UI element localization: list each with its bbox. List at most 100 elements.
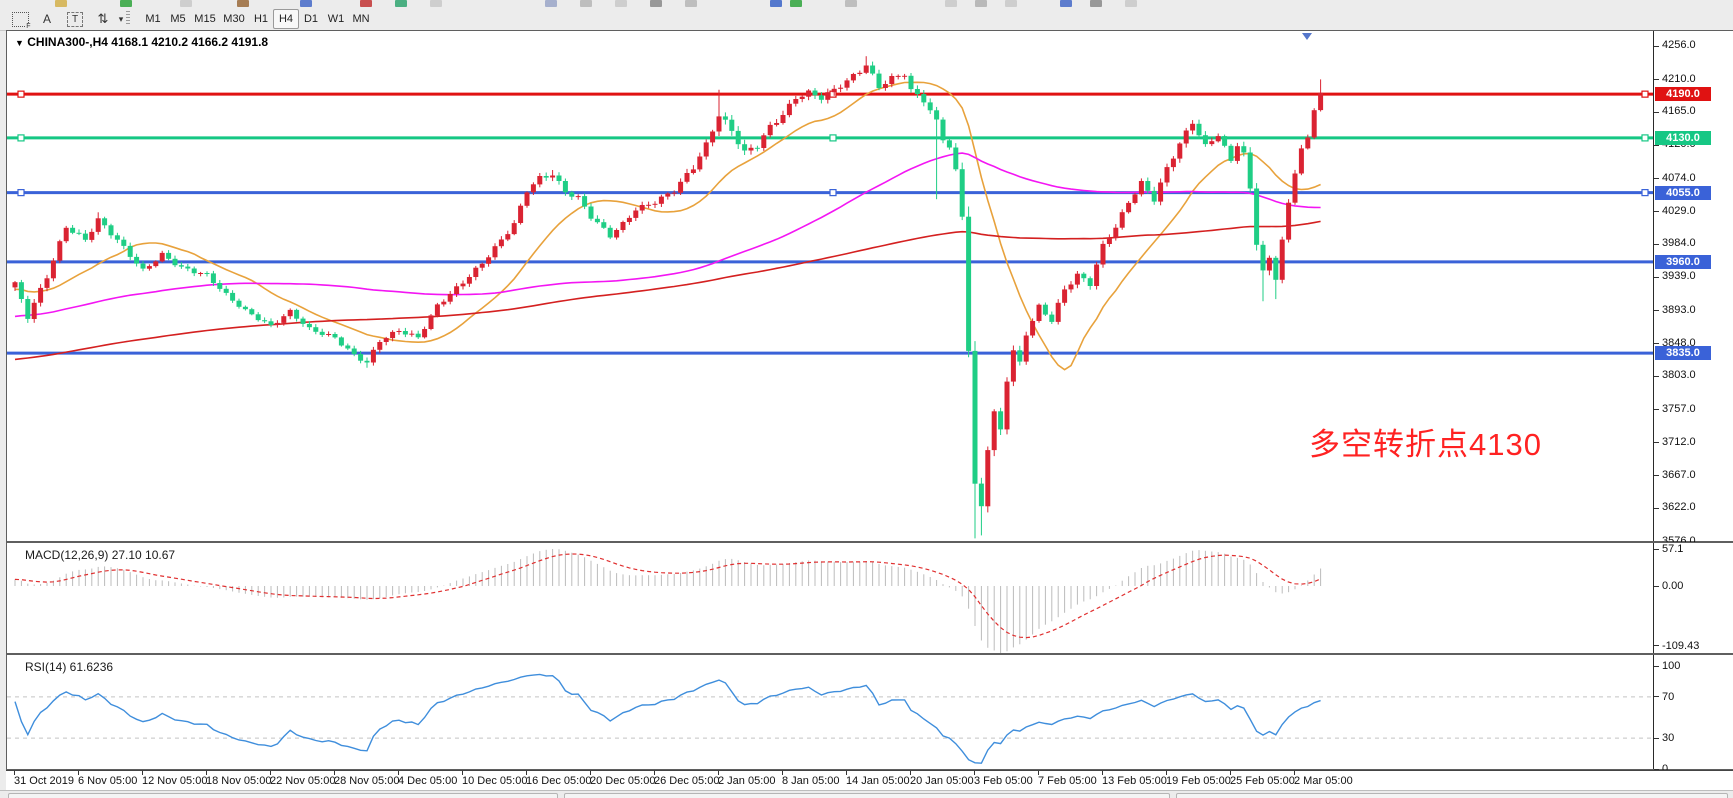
toolbar-overflow-icon[interactable] <box>580 0 592 7</box>
toolbar-overflow-icon[interactable] <box>975 0 987 7</box>
toolbar-overflow-icon[interactable] <box>545 0 557 7</box>
time-tick-label: 6 Nov 05:00 <box>78 775 137 787</box>
time-tick-label: 22 Nov 05:00 <box>270 775 335 787</box>
axis-tick <box>1654 343 1659 344</box>
macd-tick-label: -109.43 <box>1662 640 1699 652</box>
timeframe-button-m15[interactable]: M15 <box>190 9 220 29</box>
price-tick-label: 3667.0 <box>1662 469 1696 481</box>
macd-plot[interactable] <box>7 543 1653 653</box>
macd-axis[interactable]: 57.1 0.00 -109.43 <box>1653 543 1733 653</box>
rsi-axis[interactable]: 100 70 30 0 <box>1653 655 1733 769</box>
candlestick-chart[interactable] <box>7 31 1653 541</box>
rsi-panel[interactable]: RSI(14) 61.6236 100 70 30 0 <box>6 654 1733 770</box>
macd-panel[interactable]: MACD(12,26,9) 27.10 10.67 57.1 0.00 -109… <box>6 542 1733 654</box>
rsi-tick-label: 100 <box>1662 660 1680 672</box>
price-tick-label: 4210.0 <box>1662 73 1696 85</box>
time-tick-label: 16 Dec 05:00 <box>526 775 591 787</box>
time-tick-label: 8 Jan 05:00 <box>782 775 840 787</box>
toolbar: A T ⇅ ▾ M1M5M15M30H1H4D1W1MN <box>0 8 1733 31</box>
rsi-plot[interactable] <box>7 655 1653 769</box>
macd-tick-label: 57.1 <box>1662 543 1683 555</box>
toolbar-overflow-icon[interactable] <box>120 0 132 7</box>
timeframe-button-h1[interactable]: H1 <box>248 9 274 29</box>
time-tick-label: 18 Nov 05:00 <box>206 775 271 787</box>
toolbar-overflow-icon[interactable] <box>1125 0 1137 7</box>
axis-tick <box>1654 211 1659 212</box>
price-line-badge: 4190.0 <box>1655 87 1711 101</box>
time-tick-label: 12 Nov 05:00 <box>142 775 207 787</box>
time-tick-label: 31 Oct 2019 <box>14 775 74 787</box>
macd-label: MACD(12,26,9) 27.10 10.67 <box>25 548 175 562</box>
axis-tick <box>1654 79 1659 80</box>
price-line-badge: 4130.0 <box>1655 131 1711 145</box>
timeframe-button-m1[interactable]: M1 <box>140 9 166 29</box>
chart-shift-marker-icon[interactable] <box>1302 33 1312 40</box>
price-axis[interactable]: 4256.04210.04165.04120.04074.04029.03984… <box>1653 31 1733 541</box>
toolbar-overflow-icon[interactable] <box>395 0 407 7</box>
mt4-window: A T ⇅ ▾ M1M5M15M30H1H4D1W1MN ▼ CHINA300-… <box>0 0 1733 798</box>
time-tick-label: 2 Jan 05:00 <box>718 775 776 787</box>
toolbar-overflow-icon[interactable] <box>685 0 697 7</box>
time-tick-label: 20 Jan 05:00 <box>910 775 974 787</box>
axis-tick <box>1654 112 1659 113</box>
price-tick-label: 3803.0 <box>1662 369 1696 381</box>
toolbar-overflow-icon[interactable] <box>300 0 312 7</box>
time-tick-label: 10 Dec 05:00 <box>462 775 527 787</box>
toolbar-overflow-icon[interactable] <box>945 0 957 7</box>
toolbar-overflow-icon[interactable] <box>1005 0 1017 7</box>
axis-tick <box>1654 409 1659 410</box>
macd-tick-label: 0.00 <box>1662 580 1683 592</box>
timeframe-button-w1[interactable]: W1 <box>323 9 349 29</box>
status-bar <box>0 790 1733 798</box>
toolbar-overflow-icon[interactable] <box>770 0 782 7</box>
timeframe-button-mn[interactable]: MN <box>348 9 374 29</box>
axis-tick <box>1654 508 1659 509</box>
rsi-label: RSI(14) 61.6236 <box>25 660 113 674</box>
time-tick-label: 3 Feb 05:00 <box>974 775 1033 787</box>
time-tick-label: 20 Dec 05:00 <box>590 775 655 787</box>
price-tick-label: 4029.0 <box>1662 205 1696 217</box>
time-tick-label: 7 Feb 05:00 <box>1038 775 1097 787</box>
toolbar-overflow-icon[interactable] <box>615 0 627 7</box>
price-tick-label: 4256.0 <box>1662 39 1696 51</box>
time-axis[interactable]: 31 Oct 2019 6 Nov 05:00 12 Nov 05:00 18 … <box>6 770 1733 791</box>
axis-tick <box>1654 475 1659 476</box>
time-tick-label: 13 Feb 05:00 <box>1102 775 1167 787</box>
price-tick-label: 3757.0 <box>1662 403 1696 415</box>
fibonacci-icon[interactable] <box>6 9 34 29</box>
axis-tick <box>1654 46 1659 47</box>
toolbar-overflow-icon[interactable] <box>180 0 192 7</box>
axis-tick <box>1654 277 1659 278</box>
time-tick-label: 2 Mar 05:00 <box>1294 775 1353 787</box>
toolbar-overflow-icon[interactable] <box>360 0 372 7</box>
toolbar-drag-handle[interactable] <box>126 11 130 26</box>
price-chart-panel[interactable]: ▼ CHINA300-,H4 4168.1 4210.2 4166.2 4191… <box>6 30 1733 542</box>
toolbar-overflow-icon[interactable] <box>845 0 857 7</box>
toolbar-overflow-icon[interactable] <box>790 0 802 7</box>
rsi-tick-label: 70 <box>1662 691 1674 703</box>
text-label-icon[interactable]: T <box>62 9 88 29</box>
toolbar-overflow-icon[interactable] <box>1090 0 1102 7</box>
toolbar-overflow-icon[interactable] <box>650 0 662 7</box>
price-tick-label: 3893.0 <box>1662 304 1696 316</box>
chart-title: ▼ CHINA300-,H4 4168.1 4210.2 4166.2 4191… <box>15 35 268 49</box>
axis-tick <box>1654 145 1659 146</box>
price-tick-label: 4165.0 <box>1662 105 1696 117</box>
text-icon[interactable]: A <box>36 9 58 29</box>
timeframe-button-m5[interactable]: M5 <box>165 9 191 29</box>
collapse-arrow-icon[interactable]: ▼ <box>15 38 24 48</box>
time-tick-label: 25 Feb 05:00 <box>1230 775 1295 787</box>
price-tick-label: 3712.0 <box>1662 436 1696 448</box>
axis-tick <box>1654 442 1659 443</box>
toolbar-overflow-icon[interactable] <box>237 0 249 7</box>
toolbar-overflow-icon[interactable] <box>430 0 442 7</box>
toolbar-overflow-icon[interactable] <box>1060 0 1072 7</box>
axis-tick <box>1654 376 1659 377</box>
timeframe-button-m30[interactable]: M30 <box>219 9 249 29</box>
time-tick-label: 19 Feb 05:00 <box>1166 775 1231 787</box>
time-tick-label: 14 Jan 05:00 <box>846 775 910 787</box>
timeframe-button-h4[interactable]: H4 <box>273 9 299 29</box>
toolbar-overflow-icon[interactable] <box>55 0 67 7</box>
timeframe-button-d1[interactable]: D1 <box>298 9 324 29</box>
price-line-badge: 3960.0 <box>1655 255 1711 269</box>
